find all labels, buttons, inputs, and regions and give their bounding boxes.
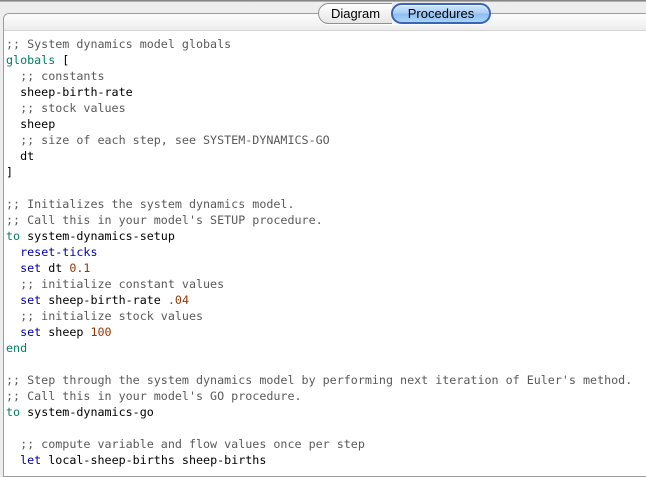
code-line: set sheep-birth-rate .04 <box>20 293 189 307</box>
code-line: ;; initialize constant values <box>6 277 225 291</box>
code-line: set sheep 100 <box>20 325 112 339</box>
tab-procedures[interactable]: Procedures <box>391 3 491 24</box>
toolbar-bottom-divider <box>0 0 646 2</box>
code-line: to system-dynamics-setup <box>6 229 175 243</box>
code-line: ;; constants <box>6 69 105 83</box>
tab-diagram[interactable]: Diagram <box>318 3 392 24</box>
code-line: end <box>6 341 28 355</box>
code-line: sheep-birth-rate <box>6 85 133 99</box>
code-line: ;; compute variable and flow values once… <box>6 437 365 451</box>
code-line: to system-dynamics-go <box>6 405 154 419</box>
code-line: dt <box>6 149 35 163</box>
tab-bar: Diagram Procedures <box>318 3 491 24</box>
code-line: reset-ticks <box>20 245 98 259</box>
code-line: globals [ <box>6 53 70 67</box>
system-dynamics-window: ;; System dynamics model globals globals … <box>0 0 646 477</box>
code-line: ;; Call this in your model's GO procedur… <box>6 389 302 403</box>
code-line: let local-sheep-births sheep-births <box>20 453 267 467</box>
code-line: sheep <box>6 117 56 131</box>
code-line: ;; Call this in your model's SETUP proce… <box>6 213 323 227</box>
code-line: ;; Initializes the system dynamics model… <box>6 197 295 211</box>
code-editor[interactable]: ;; System dynamics model globals globals … <box>4 31 646 468</box>
code-line: ;; stock values <box>6 101 126 115</box>
procedures-panel: ;; System dynamics model globals globals … <box>3 13 646 477</box>
code-line: ;; initialize stock values <box>6 309 204 323</box>
code-line: ;; Step through the system dynamics mode… <box>6 373 633 387</box>
code-line: ;; size of each step, see SYSTEM-DYNAMIC… <box>6 133 330 147</box>
code-line: ] <box>6 165 14 179</box>
code-line: ;; System dynamics model globals <box>6 37 232 51</box>
code-line: set dt 0.1 <box>20 261 91 275</box>
